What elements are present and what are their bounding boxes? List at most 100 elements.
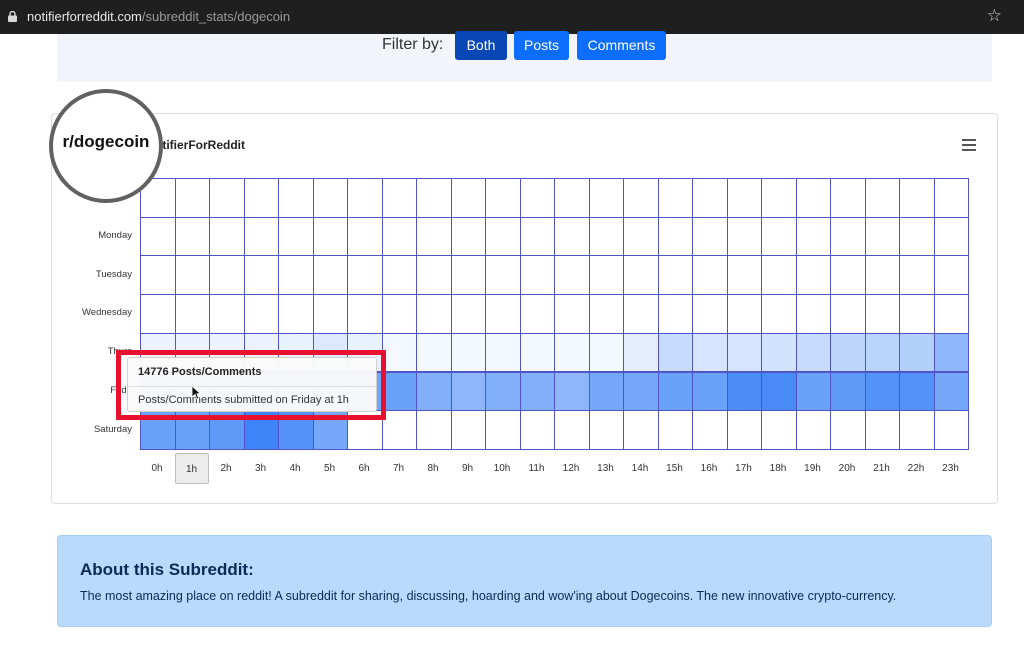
heatmap-cell[interactable]	[347, 178, 383, 218]
heatmap-cell[interactable]	[381, 255, 417, 296]
heatmap-cell[interactable]	[485, 294, 521, 334]
heatmap-cell[interactable]	[933, 294, 969, 334]
heatmap-cell[interactable]	[381, 371, 417, 412]
heatmap-cell[interactable]	[174, 294, 210, 334]
heatmap-cell[interactable]	[933, 410, 969, 450]
heatmap-cell[interactable]	[450, 332, 486, 373]
heatmap-cell[interactable]	[588, 332, 624, 373]
heatmap-cell[interactable]	[692, 332, 728, 373]
heatmap-cell[interactable]	[519, 294, 555, 334]
heatmap-cell[interactable]	[726, 371, 762, 412]
heatmap-cell[interactable]	[761, 255, 797, 296]
heatmap-cell[interactable]	[623, 216, 659, 257]
heatmap-cell[interactable]	[761, 178, 797, 218]
heatmap-cell[interactable]	[657, 371, 693, 412]
heatmap-cell[interactable]	[588, 216, 624, 257]
heatmap-cell[interactable]	[864, 255, 900, 296]
heatmap-cell[interactable]	[726, 178, 762, 218]
heatmap-cell[interactable]	[692, 410, 728, 450]
heatmap-cell[interactable]	[588, 294, 624, 334]
heatmap-cell[interactable]	[554, 216, 590, 257]
heatmap-cell[interactable]	[795, 294, 831, 334]
heatmap-cell[interactable]	[864, 216, 900, 257]
heatmap-cell[interactable]	[588, 255, 624, 296]
star-icon[interactable]: ☆	[987, 6, 1002, 26]
heatmap-cell[interactable]	[795, 371, 831, 412]
heatmap-cell[interactable]	[864, 178, 900, 218]
heatmap-cell[interactable]	[761, 294, 797, 334]
heatmap-cell[interactable]	[692, 255, 728, 296]
heatmap-cell[interactable]	[243, 178, 279, 218]
heatmap-cell[interactable]	[623, 178, 659, 218]
heatmap-cell[interactable]	[174, 216, 210, 257]
heatmap-cell[interactable]	[795, 410, 831, 450]
heatmap-cell[interactable]	[761, 371, 797, 412]
heatmap-cell[interactable]	[416, 410, 452, 450]
heatmap-cell[interactable]	[864, 332, 900, 373]
heatmap-cell[interactable]	[140, 255, 176, 296]
heatmap-cell[interactable]	[830, 294, 866, 334]
heatmap-cell[interactable]	[209, 178, 245, 218]
heatmap-cell[interactable]	[795, 178, 831, 218]
heatmap-cell[interactable]	[761, 216, 797, 257]
heatmap-cell[interactable]	[657, 294, 693, 334]
heatmap-cell[interactable]	[623, 255, 659, 296]
heatmap-cell[interactable]	[554, 332, 590, 373]
heatmap-cell[interactable]	[830, 216, 866, 257]
heatmap-cell[interactable]	[830, 178, 866, 218]
heatmap-cell[interactable]	[864, 294, 900, 334]
heatmap-cell[interactable]	[450, 410, 486, 450]
heatmap-cell[interactable]	[588, 371, 624, 412]
heatmap-cell[interactable]	[416, 332, 452, 373]
heatmap-cell[interactable]	[692, 294, 728, 334]
heatmap-cell[interactable]	[726, 410, 762, 450]
heatmap-cell[interactable]	[830, 410, 866, 450]
filter-posts-button[interactable]: Posts	[514, 31, 569, 60]
heatmap-cell[interactable]	[243, 294, 279, 334]
heatmap-cell[interactable]	[899, 332, 935, 373]
heatmap-cell[interactable]	[278, 178, 314, 218]
heatmap-cell[interactable]	[174, 255, 210, 296]
heatmap-cell[interactable]	[416, 294, 452, 334]
heatmap-cell[interactable]	[588, 410, 624, 450]
heatmap-cell[interactable]	[312, 216, 348, 257]
heatmap-cell[interactable]	[726, 216, 762, 257]
heatmap-cell[interactable]	[485, 216, 521, 257]
heatmap-cell[interactable]	[554, 371, 590, 412]
heatmap-cell[interactable]	[209, 294, 245, 334]
browser-address-bar[interactable]: notifierforreddit.com/subreddit_stats/do…	[0, 0, 1024, 34]
heatmap-cell[interactable]	[830, 371, 866, 412]
heatmap-cell[interactable]	[933, 332, 969, 373]
heatmap-cell[interactable]	[933, 178, 969, 218]
heatmap-cell[interactable]	[416, 371, 452, 412]
heatmap-cell[interactable]	[485, 332, 521, 373]
heatmap-cell[interactable]	[174, 178, 210, 218]
heatmap-cell[interactable]	[761, 332, 797, 373]
heatmap-cell[interactable]	[416, 255, 452, 296]
heatmap-cell[interactable]	[243, 216, 279, 257]
heatmap-cell[interactable]	[692, 371, 728, 412]
heatmap-cell[interactable]	[899, 255, 935, 296]
heatmap-cell[interactable]	[623, 294, 659, 334]
heatmap-cell[interactable]	[657, 255, 693, 296]
heatmap-cell[interactable]	[209, 255, 245, 296]
heatmap-cell[interactable]	[933, 371, 969, 412]
heatmap-cell[interactable]	[726, 332, 762, 373]
heatmap-cell[interactable]	[726, 255, 762, 296]
heatmap-cell[interactable]	[519, 178, 555, 218]
heatmap-cell[interactable]	[485, 255, 521, 296]
heatmap-cell[interactable]	[554, 294, 590, 334]
heatmap-cell[interactable]	[243, 255, 279, 296]
heatmap-cell[interactable]	[519, 255, 555, 296]
heatmap-cell[interactable]	[899, 294, 935, 334]
url-text[interactable]: notifierforreddit.com/subreddit_stats/do…	[27, 9, 290, 24]
heatmap-cell[interactable]	[864, 410, 900, 450]
heatmap-cell[interactable]	[140, 294, 176, 334]
heatmap-cell[interactable]	[830, 332, 866, 373]
heatmap-cell[interactable]	[554, 178, 590, 218]
heatmap-cell[interactable]	[278, 255, 314, 296]
heatmap-cell[interactable]	[657, 410, 693, 450]
heatmap-cell[interactable]	[519, 410, 555, 450]
heatmap-cell[interactable]	[692, 178, 728, 218]
heatmap-cell[interactable]	[347, 294, 383, 334]
